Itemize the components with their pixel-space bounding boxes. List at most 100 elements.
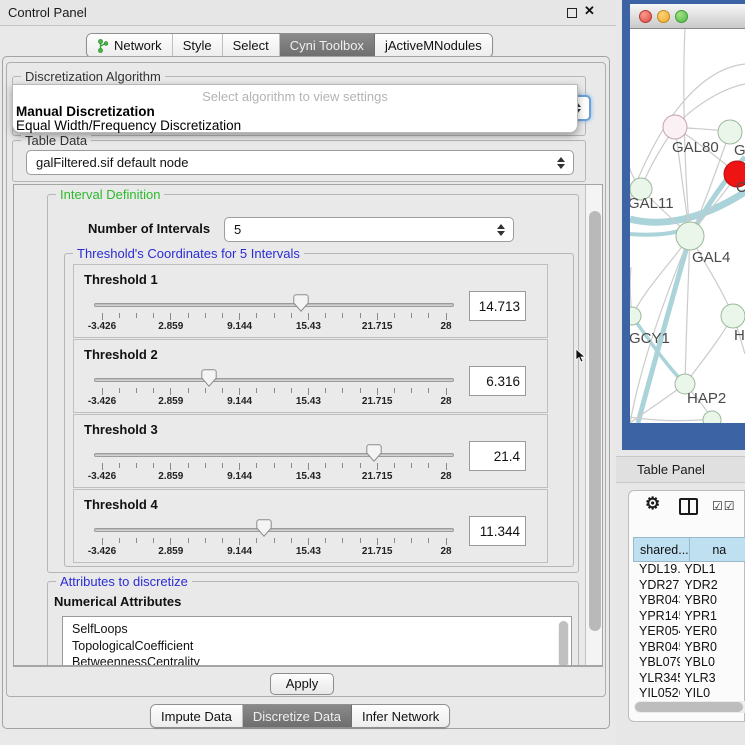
number-of-intervals-select[interactable]: 5 [224, 217, 514, 242]
mac-minimize-button[interactable] [657, 10, 670, 23]
slider-track[interactable] [94, 378, 454, 382]
table-row[interactable]: YDR27...YDR2 [633, 578, 745, 594]
table-row[interactable]: YLR345WYLR3 [633, 671, 745, 687]
threshold-value-field[interactable] [469, 516, 526, 546]
table-row[interactable]: YBR043CYBR0 [633, 593, 745, 609]
tick-label: 2.859 [158, 321, 183, 332]
threshold-value-field[interactable] [469, 441, 526, 471]
slider-track[interactable] [94, 453, 454, 457]
table-data-group-title: Table Data [21, 133, 91, 148]
tab-jactivemnodules[interactable]: jActiveMNodules [375, 34, 492, 57]
node-label-gcy1: GCY1 [630, 330, 670, 347]
mac-zoom-button[interactable] [675, 10, 688, 23]
cell-shared-name: YDL19... [633, 562, 680, 578]
tick-label: 9.144 [227, 546, 252, 557]
control-panel-tabs: Network Style Select Cyni Toolbox jActiv… [86, 33, 493, 58]
threshold-value-field[interactable] [469, 291, 526, 321]
cell-shared-name: YBR045C [633, 640, 680, 656]
tick-label: 15.43 [296, 396, 321, 407]
node-top-right[interactable] [718, 120, 742, 144]
table-row[interactable]: YIL052CYIL0 [633, 686, 745, 702]
scrollbar-thumb[interactable] [589, 211, 601, 631]
cell-name: YDR2 [680, 578, 745, 594]
scrollbar-thumb[interactable] [635, 702, 743, 712]
slider-thumb[interactable] [366, 444, 382, 462]
table-data-select[interactable]: galFiltered.sif default node [26, 150, 574, 175]
node-label-partial-c: C [736, 179, 745, 196]
tick-label: 2.859 [158, 471, 183, 482]
checkboxes-icon[interactable]: ☑☑ [712, 499, 736, 513]
cell-shared-name: YLR345W [633, 671, 680, 687]
table-row[interactable]: YPR145WYPR1 [633, 609, 745, 625]
cell-name: YPR1 [680, 609, 745, 625]
table-row[interactable]: YBR045CYBR0 [633, 640, 745, 656]
number-of-intervals-value: 5 [234, 222, 241, 237]
network-canvas[interactable]: GAL80 GA GAL11 GAL4 GCY1 H HAP2 C [630, 29, 745, 423]
dropdown-option-equal-width-frequency[interactable]: Equal Width/Frequency Discretization [16, 118, 241, 133]
tick-label: 15.43 [296, 471, 321, 482]
gear-icon[interactable]: ⚙ [645, 494, 660, 514]
slider-thumb[interactable] [256, 519, 272, 537]
tab-select[interactable]: Select [223, 34, 280, 57]
scrollbar-thumb[interactable] [559, 621, 568, 666]
tick-label: 21.715 [362, 396, 393, 407]
slider-track[interactable] [94, 303, 454, 307]
tab-select-label: Select [233, 38, 269, 53]
node-right-h[interactable] [721, 304, 745, 328]
thresholds-group: Threshold's Coordinates for 5 Intervals … [64, 253, 574, 567]
table-row[interactable]: YDL19...YDL1 [633, 562, 745, 578]
tab-impute-data[interactable]: Impute Data [151, 705, 243, 727]
attribute-list-item[interactable]: SelfLoops [63, 617, 571, 638]
thresholds-group-title: Threshold's Coordinates for 5 Intervals [73, 246, 304, 261]
table-row[interactable]: YER054CYER0 [633, 624, 745, 640]
numerical-attributes-list[interactable]: SelfLoopsTopologicalCoefficientBetweenne… [62, 616, 572, 666]
node-label-hap2: HAP2 [687, 390, 726, 407]
dropdown-placeholder: Select algorithm to view settings [13, 89, 577, 104]
tab-infer-network[interactable]: Infer Network [352, 705, 449, 727]
node-attribute-table[interactable]: shared... na YDL19...YDL1YDR27...YDR2YBR… [633, 537, 745, 707]
network-nodes[interactable] [630, 115, 745, 423]
network-window-titlebar[interactable] [630, 4, 745, 29]
attribute-list-item[interactable]: BetweennessCentrality [63, 654, 571, 666]
mac-close-button[interactable] [639, 10, 652, 23]
threshold-value-field[interactable] [469, 366, 526, 396]
panel-title: Control Panel [8, 5, 87, 20]
threshold-label: Threshold 2 [84, 347, 158, 362]
table-horizontal-scrollbar[interactable] [634, 701, 745, 713]
cell-shared-name: YBL079W [633, 655, 680, 671]
tab-impute-data-label: Impute Data [161, 709, 232, 724]
columns-icon[interactable] [679, 498, 698, 515]
attributes-list-scrollbar[interactable] [558, 621, 569, 666]
node-label-gal4: GAL4 [692, 249, 730, 266]
stepper-icon [557, 157, 565, 169]
cell-shared-name: YBR043C [633, 593, 680, 609]
node-gal80[interactable] [663, 115, 687, 139]
tab-network[interactable]: Network [87, 34, 173, 57]
close-icon[interactable]: ✕ [584, 3, 595, 19]
threshold-label: Threshold 4 [84, 497, 158, 512]
stepper-icon [497, 224, 505, 236]
table-row[interactable]: YBL079WYBL0 [633, 655, 745, 671]
node-label-gal80: GAL80 [672, 139, 719, 156]
tick-label: 15.43 [296, 321, 321, 332]
slider-track[interactable] [94, 528, 454, 532]
node-bottom[interactable] [703, 411, 721, 423]
float-window-icon[interactable] [567, 8, 577, 18]
slider-thumb[interactable] [201, 369, 217, 387]
tab-style[interactable]: Style [173, 34, 223, 57]
settings-scrollbar[interactable] [585, 185, 603, 665]
tab-discretize-data[interactable]: Discretize Data [243, 705, 352, 727]
slider-thumb[interactable] [293, 294, 309, 312]
tab-style-label: Style [183, 38, 212, 53]
node-gcy1[interactable] [630, 307, 641, 325]
node-gal4[interactable] [676, 222, 704, 250]
column-header-name[interactable]: na [690, 537, 745, 562]
cell-shared-name: YDR27... [633, 578, 680, 594]
attribute-list-item[interactable]: TopologicalCoefficient [63, 638, 571, 655]
cell-name: YBR0 [680, 593, 745, 609]
tab-cyni-toolbox[interactable]: Cyni Toolbox [280, 34, 375, 57]
dropdown-option-manual-discretization[interactable]: Manual Discretization [16, 104, 155, 119]
column-header-shared-name[interactable]: shared... [633, 537, 690, 562]
tick-label: 28 [440, 321, 451, 332]
apply-button[interactable]: Apply [270, 673, 334, 695]
